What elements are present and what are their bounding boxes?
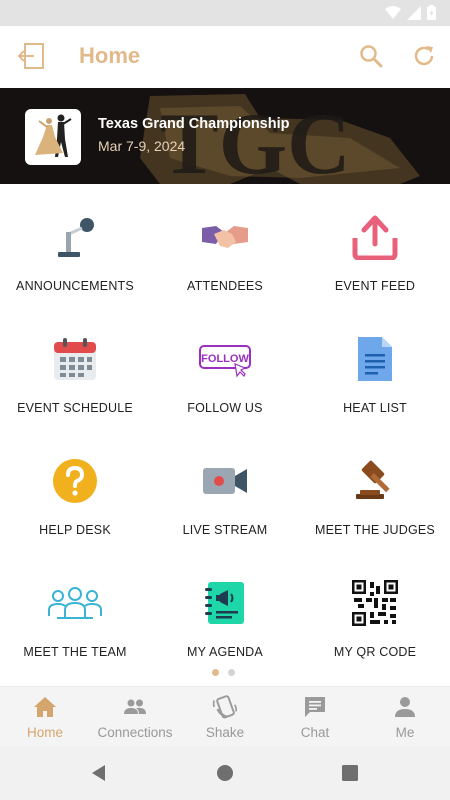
follow-icon: FOLLOW xyxy=(199,345,251,378)
signal-icon xyxy=(407,5,421,20)
tile-follow-us[interactable]: FOLLOW FOLLOW US xyxy=(150,318,300,436)
calendar-icon xyxy=(54,338,96,380)
app-bar: Home xyxy=(0,26,450,88)
tile-heat-list[interactable]: HEAT LIST xyxy=(300,318,450,436)
tile-label: FOLLOW US xyxy=(187,401,263,415)
wifi-icon xyxy=(385,5,401,19)
tile-meet-the-team[interactable]: MEET THE TEAM xyxy=(0,562,150,680)
logout-icon[interactable] xyxy=(16,41,46,71)
nav-label: Me xyxy=(395,725,415,740)
tile-attendees[interactable]: ATTENDEES xyxy=(150,196,300,314)
dancers-icon xyxy=(35,114,72,157)
tile-label: EVENT FEED xyxy=(334,279,416,293)
video-camera-icon xyxy=(203,468,247,494)
handshake-icon xyxy=(202,226,248,248)
battery-icon xyxy=(427,5,436,20)
nav-item-connections[interactable]: Connections xyxy=(90,687,180,747)
team-icon xyxy=(48,587,102,619)
gavel-icon xyxy=(356,460,390,499)
qr-code-icon xyxy=(352,580,398,626)
nav-item-me[interactable]: Me xyxy=(360,687,450,747)
chat-icon xyxy=(305,697,325,717)
nav-item-home[interactable]: Home xyxy=(0,687,90,747)
nav-label: Home xyxy=(26,725,63,740)
tile-my-agenda[interactable]: MY AGENDA xyxy=(150,562,300,680)
recents-icon[interactable] xyxy=(341,764,359,782)
nav-label: Connections xyxy=(97,725,173,740)
nav-item-chat[interactable]: Chat xyxy=(270,687,360,747)
tile-meet-the-judges[interactable]: MEET THE JUDGES xyxy=(300,440,450,558)
page-dot-active[interactable] xyxy=(212,669,219,676)
nav-label: Shake xyxy=(205,725,245,740)
tile-event-schedule[interactable]: EVENT SCHEDULE xyxy=(0,318,150,436)
tile-label: MEET THE JUDGES xyxy=(315,523,435,537)
nav-item-shake[interactable]: Shake xyxy=(180,687,270,747)
upload-icon xyxy=(352,215,398,260)
tile-label: LIVE STREAM xyxy=(182,523,268,537)
document-icon xyxy=(358,337,392,381)
question-icon xyxy=(53,459,97,503)
tile-label: ATTENDEES xyxy=(187,279,263,293)
tile-help-desk[interactable]: HELP DESK xyxy=(0,440,150,558)
person-icon xyxy=(395,697,415,717)
tile-live-stream[interactable]: LIVE STREAM xyxy=(150,440,300,558)
tile-label: MEET THE TEAM xyxy=(23,645,127,659)
tile-label: HEAT LIST xyxy=(343,401,407,415)
event-banner[interactable]: TGC Texas Grand Championship Mar 7-9, 20… xyxy=(0,88,450,184)
shake-icon xyxy=(212,695,238,719)
page-title: Home xyxy=(79,43,141,68)
event-name: Texas Grand Championship xyxy=(98,116,290,132)
back-icon[interactable] xyxy=(90,764,108,782)
nav-label: Chat xyxy=(300,725,330,740)
follow-badge-text: FOLLOW xyxy=(201,353,249,365)
tile-event-feed[interactable]: EVENT FEED xyxy=(300,196,450,314)
page-dot[interactable] xyxy=(228,669,235,676)
home-icon xyxy=(34,697,56,717)
tile-label: ANNOUNCEMENTS xyxy=(16,279,134,293)
tile-label: MY AGENDA xyxy=(187,645,263,659)
microphone-icon xyxy=(58,218,94,257)
page-indicator xyxy=(212,669,235,676)
menu-grid: ANNOUNCEMENTS ATTENDEES EVENT FEED EVENT… xyxy=(0,196,450,666)
event-logo xyxy=(25,109,81,165)
banner-logo-text: TGC xyxy=(160,96,351,184)
event-dates: Mar 7-9, 2024 xyxy=(98,138,186,154)
system-nav-bar xyxy=(0,746,450,800)
tile-announcements[interactable]: ANNOUNCEMENTS xyxy=(0,196,150,314)
tile-my-qr-code[interactable]: MY QR CODE xyxy=(300,562,450,680)
refresh-icon[interactable] xyxy=(411,43,437,69)
tile-label: MY QR CODE xyxy=(333,645,417,659)
tile-label: HELP DESK xyxy=(39,523,111,537)
tile-label: EVENT SCHEDULE xyxy=(17,401,133,415)
search-icon[interactable] xyxy=(358,43,384,69)
home-button-icon[interactable] xyxy=(216,764,234,782)
status-bar xyxy=(0,0,450,26)
agenda-icon xyxy=(205,582,244,624)
bottom-nav: Home Connections Shake Chat Me xyxy=(0,686,450,747)
people-icon xyxy=(124,699,146,714)
